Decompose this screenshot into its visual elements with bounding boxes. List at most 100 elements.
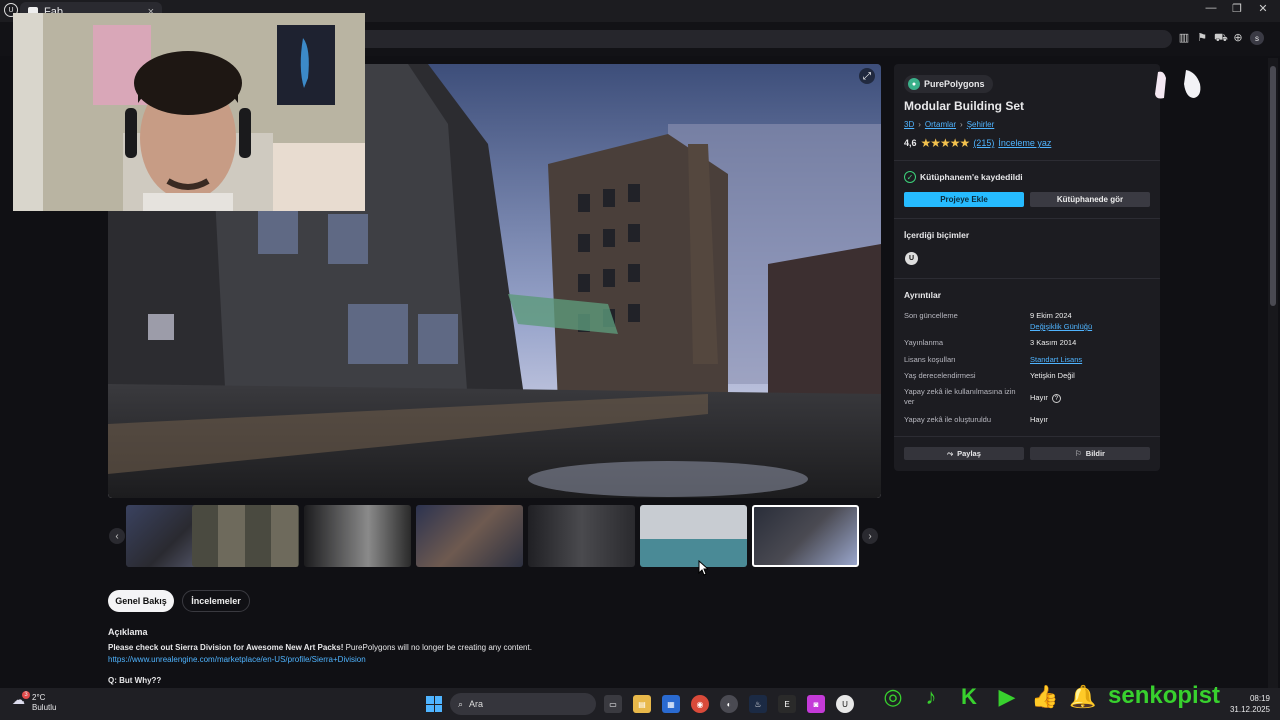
saved-status: ✓ Kütüphanem'e kaydedildi <box>904 171 1023 183</box>
report-button[interactable]: ⚐ Bildir <box>1030 447 1150 460</box>
vr-goggles-overlay-icon <box>1155 70 1201 99</box>
bell-icon: 🔔 <box>1069 684 1097 709</box>
detail-label-ai-generated: Yapay zekâ ile oluşturuldu <box>904 415 991 424</box>
ai-usage-value: Hayır <box>1030 393 1048 402</box>
search-placeholder: Ara <box>469 699 484 709</box>
instagram-icon: ◎ <box>883 684 903 709</box>
chevron-right-icon: › <box>918 120 921 129</box>
report-label: Bildir <box>1085 449 1105 458</box>
streamer-webcam-image <box>13 13 365 211</box>
seller-badge[interactable]: ● PurePolygons <box>904 75 993 93</box>
close-window-button[interactable]: ✕ <box>1248 2 1278 15</box>
share-label: Paylaş <box>957 449 981 458</box>
review-count-link[interactable]: (215) <box>973 138 994 148</box>
task-view-icon[interactable]: ▭ <box>604 695 622 713</box>
clock-time: 08:19 <box>1249 694 1270 703</box>
help-icon[interactable]: ? <box>1051 394 1061 403</box>
description-heading: Açıklama <box>108 627 148 637</box>
thumbnail-6[interactable] <box>640 505 747 567</box>
weather-temp: 2°C <box>32 693 46 702</box>
windows-start-icon[interactable] <box>426 696 442 712</box>
thumbnail-4[interactable] <box>416 505 523 567</box>
license-link[interactable]: Standart Lisans <box>1030 355 1082 365</box>
weather-condition: Bulutlu <box>32 703 57 712</box>
description-bold: Please check out Sierra Division for Awe… <box>108 643 344 652</box>
epic-games-icon[interactable]: E <box>778 695 796 713</box>
divider <box>894 218 1160 219</box>
share-button[interactable]: ⤳ Paylaş <box>904 447 1024 460</box>
thumbnail-2[interactable] <box>192 505 299 567</box>
detail-label-ai-usage: Yapay zekâ ile kullanılmasına izin ver <box>904 387 1016 406</box>
write-review-link[interactable]: İnceleme yaz <box>998 138 1051 148</box>
product-title: Modular Building Set <box>904 99 1024 113</box>
add-to-project-button[interactable]: Projeye Ekle <box>904 192 1024 207</box>
detail-value-ai-generated: Hayır <box>1030 415 1048 424</box>
thumbnail-prev-button[interactable]: ‹ <box>109 528 125 544</box>
seller-name: PurePolygons <box>924 79 985 89</box>
seller-logo-icon: ● <box>908 78 920 90</box>
app-icon[interactable]: ◐ <box>720 695 738 713</box>
description-question: Q: But Why?? <box>108 676 162 685</box>
system-clock[interactable]: 08:19 31.12.2025 <box>1226 693 1270 715</box>
divider <box>894 436 1160 437</box>
share-icon: ⤳ <box>947 448 954 458</box>
changelog-link[interactable]: Değişiklik Günlüğü <box>1030 322 1092 332</box>
steam-icon[interactable]: ♨ <box>749 695 767 713</box>
file-explorer-icon[interactable]: ▤ <box>633 695 651 713</box>
details-heading: Ayrıntılar <box>904 290 942 300</box>
breadcrumb-environments[interactable]: Ortamlar <box>925 120 956 129</box>
thumbnail-strip: ‹ › <box>108 505 881 567</box>
profile-avatar[interactable]: s <box>1250 31 1264 45</box>
thumbnail-3[interactable] <box>304 505 411 567</box>
description-link[interactable]: https://www.unrealengine.com/marketplace… <box>108 655 366 664</box>
thumbs-up-icon: 👍 <box>1031 684 1059 709</box>
unreal-engine-icon[interactable]: U <box>836 695 854 713</box>
clock-date: 31.12.2025 <box>1229 705 1270 714</box>
saved-status-text: Kütüphanem'e kaydedildi <box>920 172 1023 182</box>
weather-widget[interactable]: ☁ 3 2°C Bulutlu <box>12 691 57 713</box>
browser-toolbar: ▥ ⚑ ⛟ ⊕ s <box>1178 31 1264 45</box>
scrollbar-thumb[interactable] <box>1270 66 1276 306</box>
tab-reviews[interactable]: İncelemeler <box>182 590 250 612</box>
search-icon: ⌕ <box>458 698 464 709</box>
detail-value-published: 3 Kasım 2014 <box>1030 338 1077 347</box>
library-icon[interactable]: ▥ <box>1178 32 1190 44</box>
taskbar-search[interactable]: ⌕ Ara <box>450 693 596 715</box>
breadcrumb-3d[interactable]: 3D <box>904 120 914 129</box>
unreal-engine-format-icon: U <box>905 252 918 265</box>
thumbnail-7[interactable] <box>752 505 859 567</box>
view-in-library-button[interactable]: Kütüphanede gör <box>1030 192 1150 207</box>
purple-app-icon[interactable]: ◙ <box>807 695 825 713</box>
kick-icon: K <box>961 684 977 709</box>
detail-value-ai-usage: Hayır? <box>1030 393 1061 403</box>
product-panel: ● PurePolygons Modular Building Set 3D ›… <box>894 64 1160 471</box>
weather-badge: 3 <box>22 691 30 699</box>
address-bar[interactable] <box>320 30 1172 48</box>
check-circle-icon: ✓ <box>904 171 916 183</box>
detail-value-age-rating: Yetişkin Değil <box>1030 371 1075 380</box>
breadcrumb-cities[interactable]: Şehirler <box>967 120 995 129</box>
store-icon[interactable]: ▦ <box>662 695 680 713</box>
bookmark-icon[interactable]: ⚑ <box>1196 32 1208 44</box>
detail-label-age-rating: Yaş derecelendirmesi <box>904 371 976 380</box>
webcam-overlay <box>13 13 365 211</box>
chrome-icon[interactable]: ◉ <box>691 695 709 713</box>
streamer-brand: senkopist <box>1108 682 1221 709</box>
flag-icon: ⚐ <box>1075 449 1082 458</box>
formats-heading: İçerdiği biçimler <box>904 230 970 240</box>
page-scrollbar[interactable] <box>1268 58 1278 688</box>
divider <box>894 278 1160 279</box>
tiktok-icon: ♪ <box>925 684 937 709</box>
detail-value-updated: 9 Ekim 2024 <box>1030 311 1072 320</box>
detail-label-published: Yayınlanma <box>904 338 944 347</box>
detail-label-license: Lisans koşulları <box>904 355 956 364</box>
detail-label-updated: Son güncelleme <box>904 311 958 320</box>
tab-overview[interactable]: Genel Bakış <box>108 590 174 612</box>
social-overlay: ◎ ♪ K ▶ 👍 🔔 <box>880 684 1096 710</box>
thumbnail-next-button[interactable]: › <box>862 528 878 544</box>
expand-icon[interactable]: ⤢ <box>859 68 875 84</box>
cart-icon[interactable]: ⛟ <box>1214 32 1228 44</box>
globe-icon[interactable]: ⊕ <box>1232 32 1244 44</box>
thumbnail-5[interactable] <box>528 505 635 567</box>
youtube-icon: ▶ <box>998 684 1016 709</box>
